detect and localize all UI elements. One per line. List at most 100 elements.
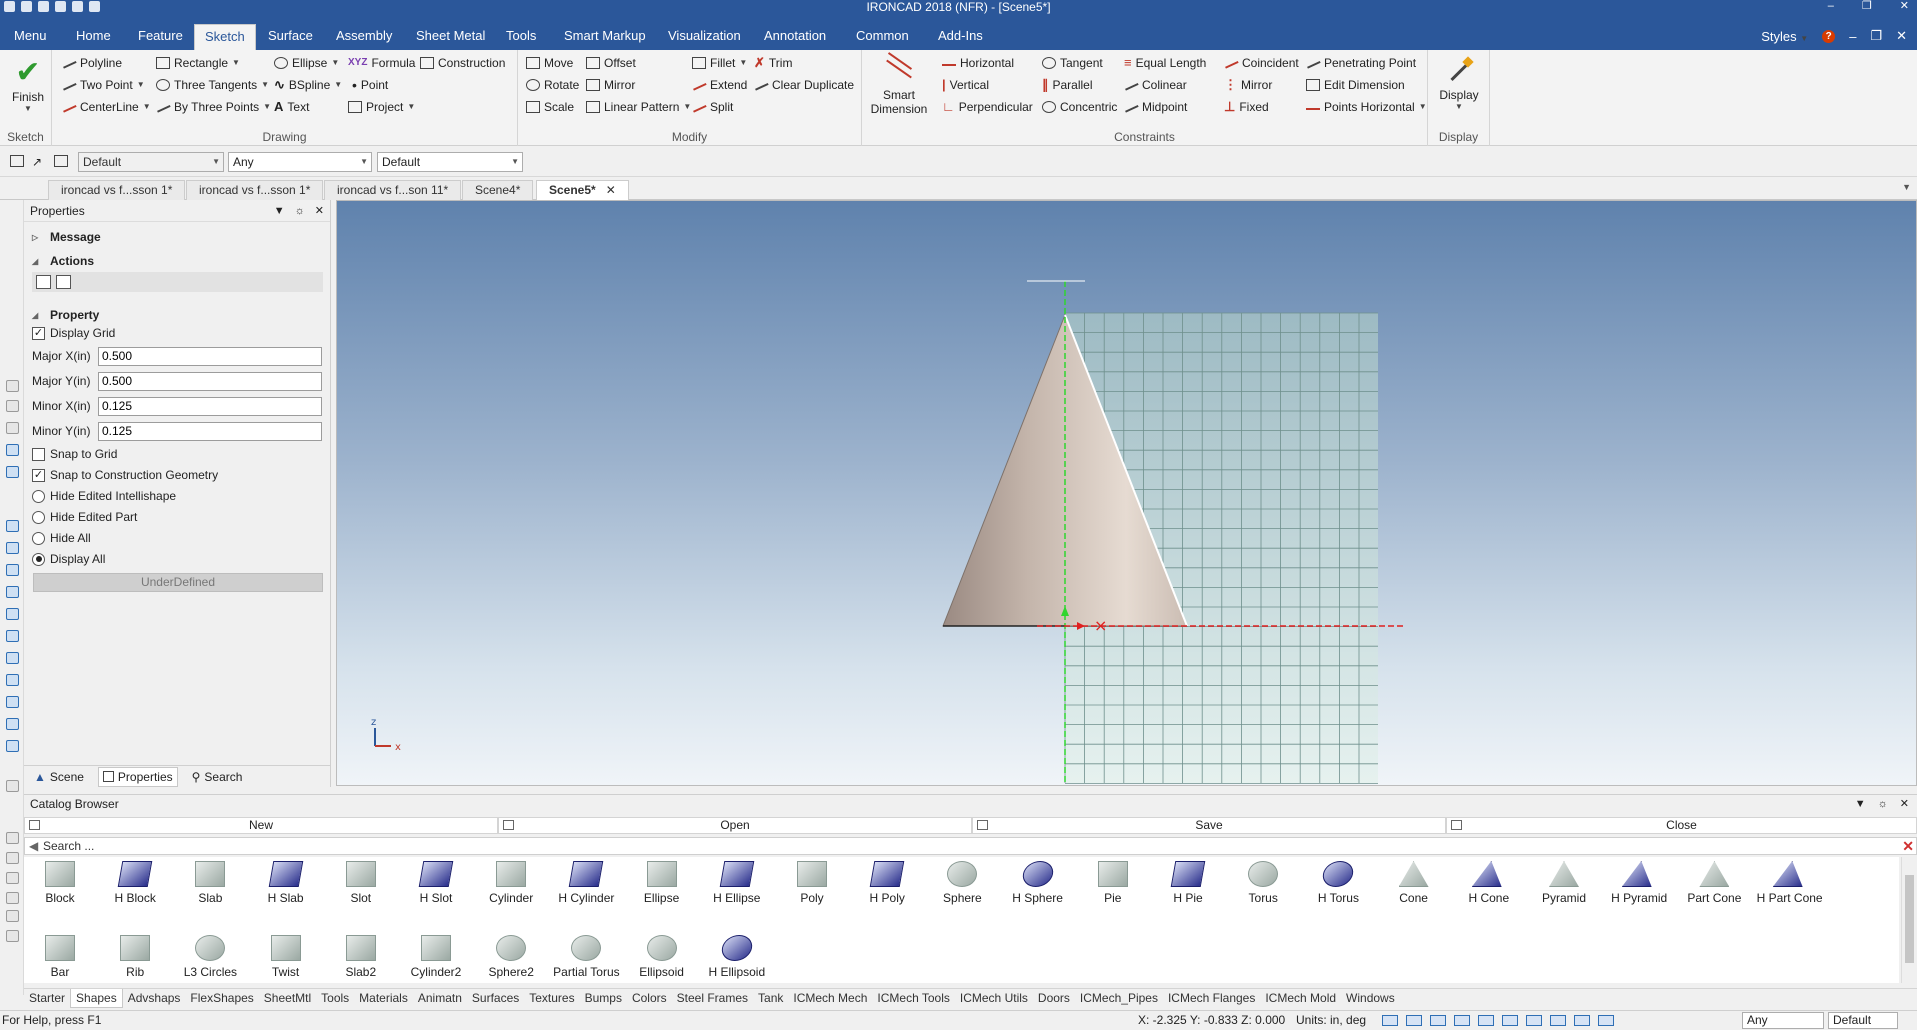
- scene-canvas[interactable]: × z x: [337, 201, 1917, 786]
- catalog-tab[interactable]: Advshaps: [123, 989, 186, 1008]
- help-icon[interactable]: ?: [1822, 29, 1836, 43]
- catalog-shape-item[interactable]: Sphere: [926, 861, 998, 905]
- two-point-button[interactable]: Two Point ▼: [61, 76, 145, 94]
- catalog-tab[interactable]: Starter: [24, 989, 70, 1008]
- catalog-shape-item[interactable]: Ellipsoid: [626, 935, 698, 979]
- catalog-shape-item[interactable]: Cone: [1378, 861, 1450, 905]
- offset-button[interactable]: Offset: [586, 54, 636, 72]
- tab-surface[interactable]: Surface: [258, 24, 323, 50]
- toolbar-icon[interactable]: [6, 444, 19, 456]
- filter-combo[interactable]: Any ▼: [228, 152, 372, 172]
- tab-menu[interactable]: Menu: [4, 24, 57, 50]
- toolbar-icon[interactable]: [6, 520, 19, 532]
- toolbar-icon[interactable]: [6, 630, 19, 642]
- catalog-shape-item[interactable]: Cylinder: [475, 861, 547, 905]
- shade-icon[interactable]: [1526, 1015, 1542, 1026]
- doc-tab[interactable]: ironcad vs f...sson 1*: [186, 180, 324, 200]
- catalog-tab[interactable]: Tank: [753, 989, 788, 1008]
- mirror-constraint-button[interactable]: ⋮ Mirror: [1224, 76, 1272, 94]
- catalog-tab[interactable]: Tools: [316, 989, 354, 1008]
- catalog-tab[interactable]: Colors: [627, 989, 672, 1008]
- catalog-pin-icon[interactable]: ☼: [1878, 795, 1888, 813]
- points-horizontal-button[interactable]: Points Horizontal ▼: [1306, 98, 1427, 116]
- catalog-tab[interactable]: ICMech Utils: [955, 989, 1033, 1008]
- horizontal-constraint-button[interactable]: Horizontal: [942, 54, 1014, 72]
- rectangle-button[interactable]: Rectangle ▼: [156, 54, 240, 72]
- toolbar-icon[interactable]: [6, 466, 19, 478]
- toolbar-icon[interactable]: [6, 930, 19, 942]
- catalog-save-button[interactable]: Save: [972, 817, 1446, 834]
- doc-tab[interactable]: ironcad vs f...sson 1*: [48, 180, 186, 200]
- ribbon-restore-icon[interactable]: ❐: [1870, 28, 1882, 44]
- catalog-shape-item[interactable]: Part Cone: [1678, 861, 1750, 905]
- catalog-tab[interactable]: Materials: [354, 989, 413, 1008]
- catalog-tab[interactable]: ICMech Flanges: [1163, 989, 1260, 1008]
- point-button[interactable]: • Point: [352, 76, 388, 94]
- trim-button[interactable]: ✗ Trim: [754, 54, 792, 72]
- catalog-shape-item[interactable]: Pyramid: [1528, 861, 1600, 905]
- construction-button[interactable]: Construction: [420, 54, 505, 72]
- catalog-shape-item[interactable]: H Pie: [1152, 861, 1224, 905]
- formula-button[interactable]: XYZ Formula: [348, 54, 415, 72]
- scrollbar-thumb[interactable]: [1905, 875, 1914, 963]
- tab-assembly[interactable]: Assembly: [326, 24, 402, 50]
- toolbar-icon[interactable]: [6, 422, 19, 434]
- toolbar-icon[interactable]: [6, 718, 19, 730]
- catalog-tab[interactable]: Doors: [1033, 989, 1075, 1008]
- tab-feature[interactable]: Feature: [128, 24, 193, 50]
- catalog-shape-item[interactable]: Torus: [1227, 861, 1299, 905]
- view-cube-icon[interactable]: [1430, 1015, 1446, 1026]
- hide-edited-intellishape-radio[interactable]: Hide Edited Intellishape: [32, 487, 176, 505]
- catalog-shape-item[interactable]: L3 Circles: [174, 935, 246, 979]
- tool-icon[interactable]: [10, 155, 24, 167]
- hide-edited-part-radio[interactable]: Hide Edited Part: [32, 508, 137, 526]
- catalog-shape-item[interactable]: H Sphere: [1002, 861, 1074, 905]
- catalog-shape-item[interactable]: Pie: [1077, 861, 1149, 905]
- catalog-open-button[interactable]: Open: [498, 817, 972, 834]
- doc-tab[interactable]: ironcad vs f...son 11*: [324, 180, 462, 200]
- midpoint-button[interactable]: Midpoint: [1123, 98, 1187, 116]
- hide-all-radio[interactable]: Hide All: [32, 529, 91, 547]
- snap-to-grid-checkbox[interactable]: Snap to Grid: [32, 445, 117, 463]
- concentric-button[interactable]: Concentric: [1042, 98, 1117, 116]
- polyline-button[interactable]: Polyline: [61, 54, 122, 72]
- split-button[interactable]: Split: [691, 98, 733, 116]
- major-y-input[interactable]: [98, 371, 322, 391]
- zoom-icon[interactable]: [1382, 1015, 1398, 1026]
- smart-dimension-button[interactable]: Smart Dimension: [868, 52, 930, 116]
- select-icon[interactable]: [54, 155, 68, 167]
- toolbar-icon[interactable]: [6, 608, 19, 620]
- project-button[interactable]: Project ▼: [348, 98, 415, 116]
- catalog-dropdown-icon[interactable]: ▼: [1855, 795, 1866, 813]
- tab-annotation[interactable]: Annotation: [754, 24, 836, 50]
- 3d-viewport[interactable]: × z x: [336, 200, 1917, 786]
- toolbar-icon[interactable]: [6, 892, 19, 904]
- catalog-tab[interactable]: Bumps: [580, 989, 627, 1008]
- catalog-shape-item[interactable]: Bar: [24, 935, 96, 979]
- major-x-input[interactable]: [98, 346, 322, 366]
- mirror-button[interactable]: Mirror: [586, 76, 635, 94]
- ellipse-button[interactable]: Ellipse ▼: [274, 54, 339, 72]
- color-combo[interactable]: Default ▼: [377, 152, 523, 172]
- restore-icon[interactable]: ❐: [1862, 0, 1872, 13]
- catalog-shape-item[interactable]: H Block: [99, 861, 171, 905]
- toolbar-icon[interactable]: [6, 586, 19, 598]
- catalog-search-input[interactable]: ◀ Search ... ✕: [24, 837, 1917, 855]
- toolbar-icon[interactable]: [6, 852, 19, 864]
- ribbon-close-icon[interactable]: ✕: [1896, 28, 1907, 44]
- fillet-button[interactable]: Fillet ▼: [692, 54, 747, 72]
- catalog-shape-item[interactable]: Partial Torus: [550, 935, 622, 979]
- catalog-tab[interactable]: ICMech Mech: [788, 989, 872, 1008]
- vertical-constraint-button[interactable]: | Vertical: [942, 76, 989, 94]
- toolbar-icon[interactable]: [6, 542, 19, 554]
- toolbar-icon[interactable]: [6, 380, 19, 392]
- tab-sheet-metal[interactable]: Sheet Metal: [406, 24, 495, 50]
- minor-y-input[interactable]: [98, 421, 322, 441]
- styles-dropdown[interactable]: Styles ▼: [1761, 29, 1808, 44]
- tab-smart-markup[interactable]: Smart Markup: [554, 24, 656, 50]
- catalog-tab[interactable]: Textures: [524, 989, 579, 1008]
- catalog-shape-item[interactable]: H Poly: [851, 861, 923, 905]
- window-controls[interactable]: – ❐ ✕: [1828, 0, 1909, 13]
- linear-pattern-button[interactable]: Linear Pattern ▼: [586, 98, 691, 116]
- property-section[interactable]: ◢ Property: [32, 308, 99, 322]
